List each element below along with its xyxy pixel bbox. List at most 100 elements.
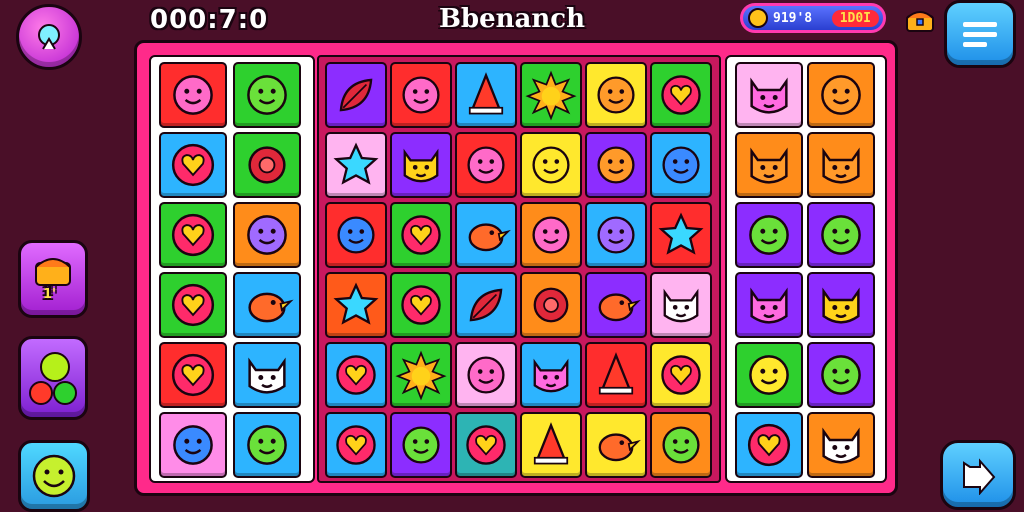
center-tile-r1-c2[interactable] [390,62,452,128]
center-tile-r4-c2[interactable] [390,272,452,338]
left-tile-r4-c1[interactable] [159,272,227,338]
red-leaf-icon [339,78,373,112]
bomb-button[interactable] [18,336,88,420]
left-tile-r3-c1[interactable] [159,202,227,268]
orange-face-icon [597,76,635,114]
sun-icon [525,70,577,121]
center-tile-r1-c3[interactable] [455,62,517,128]
center-tile-r5-c1[interactable] [325,342,387,408]
green-face-icon [247,425,287,465]
bird-icon [468,223,511,252]
blue-face-icon [337,216,375,254]
left-tile-r1-c1[interactable] [159,62,227,128]
white-cat-icon [663,288,699,323]
center-tile-r2-c6[interactable] [650,132,712,198]
star-icon [333,142,379,185]
smiley-button[interactable] [18,440,90,512]
left-tile-r5-c1[interactable] [159,342,227,408]
pink-face-icon [173,75,213,115]
center-tile-r4-c6[interactable] [650,272,712,338]
center-tile-r2-c3[interactable] [455,132,517,198]
center-tile-r6-c6[interactable] [650,412,712,478]
pink-face-icon [402,76,440,114]
center-tile-r2-c1[interactable] [325,132,387,198]
treasure-button[interactable]: 1' [18,240,88,318]
right-tile-r5-c1[interactable] [735,342,803,408]
center-tile-r2-c4[interactable] [520,132,582,198]
purple-face-icon [247,215,287,255]
center-tile-r5-c2[interactable] [390,342,452,408]
right-tile-r4-c1[interactable] [735,272,803,338]
right-tile-r6-c2[interactable] [807,412,875,478]
stat-badge: 1D0I [831,9,879,27]
center-tile-r3-c6[interactable] [650,202,712,268]
yellow-face-icon [532,146,570,184]
right-tile-r4-c2[interactable] [807,272,875,338]
stat-value: 919'8 [773,10,813,26]
chest-icon[interactable] [904,6,936,34]
yellow-cat-icon [403,148,439,183]
right-tile-r1-c1[interactable] [735,62,803,128]
right-tile-r3-c2[interactable] [807,202,875,268]
white-cat-icon [248,357,286,394]
heart-icon [661,355,701,395]
side-badge: 1' [43,287,57,302]
purple-face-icon [597,216,635,254]
heart-icon [466,425,506,465]
right-tile-r2-c2[interactable] [807,132,875,198]
right-tile-r3-c1[interactable] [735,202,803,268]
heart-icon [747,423,791,467]
heart-icon [401,285,441,325]
center-tile-r5-c6[interactable] [650,342,712,408]
center-tile-r4-c1[interactable] [325,272,387,338]
left-tile-r4-c2[interactable] [233,272,301,338]
center-tile-r3-c1[interactable] [325,202,387,268]
right-tile-r1-c2[interactable] [807,62,875,128]
center-tile-r1-c6[interactable] [650,62,712,128]
center-tile-r4-c5[interactable] [585,272,647,338]
center-tile-r2-c5[interactable] [585,132,647,198]
left-tile-r3-c2[interactable] [233,202,301,268]
center-tile-r2-c2[interactable] [390,132,452,198]
heart-icon [171,143,215,187]
right-tile-r5-c2[interactable] [807,342,875,408]
center-tile-r6-c4[interactable] [520,412,582,478]
center-tile-r3-c2[interactable] [390,202,452,268]
center-tile-r6-c1[interactable] [325,412,387,478]
hint-icon [38,24,60,50]
center-tile-r1-c4[interactable] [520,62,582,128]
left-tile-r1-c2[interactable] [233,62,301,128]
left-tile-r2-c2[interactable] [233,132,301,198]
center-tile-r5-c3[interactable] [455,342,517,408]
left-tile-r6-c1[interactable] [159,412,227,478]
left-tile-r5-c2[interactable] [233,342,301,408]
center-tile-r3-c5[interactable] [585,202,647,268]
center-tile-r6-c3[interactable] [455,412,517,478]
orange-cat-icon [822,147,860,184]
center-tile-r4-c4[interactable] [520,272,582,338]
center-tile-r5-c5[interactable] [585,342,647,408]
right-tile-r2-c1[interactable] [735,132,803,198]
center-tile-r3-c4[interactable] [520,202,582,268]
center-tile-r4-c3[interactable] [455,272,517,338]
center-tile-r3-c3[interactable] [455,202,517,268]
menu-button[interactable] [944,0,1016,68]
bird-icon [598,433,641,462]
hint-button[interactable] [16,4,82,70]
yellow-face-icon [749,355,789,395]
center-tile-r6-c5[interactable] [585,412,647,478]
left-tile-r6-c2[interactable] [233,412,301,478]
heart-icon [171,213,215,257]
center-tile-r6-c2[interactable] [390,412,452,478]
center-tile-r1-c5[interactable] [585,62,647,128]
heart-icon [336,425,376,465]
green-face-icon [247,75,287,115]
center-tile-r1-c1[interactable] [325,62,387,128]
menu-icon [963,22,997,47]
red-flower-icon [248,146,286,184]
left-tile-r2-c1[interactable] [159,132,227,198]
center-tile-r5-c4[interactable] [520,342,582,408]
right-tile-r6-c1[interactable] [735,412,803,478]
stats-pill: 919'8 1D0I [740,3,886,33]
next-button[interactable] [940,440,1016,510]
